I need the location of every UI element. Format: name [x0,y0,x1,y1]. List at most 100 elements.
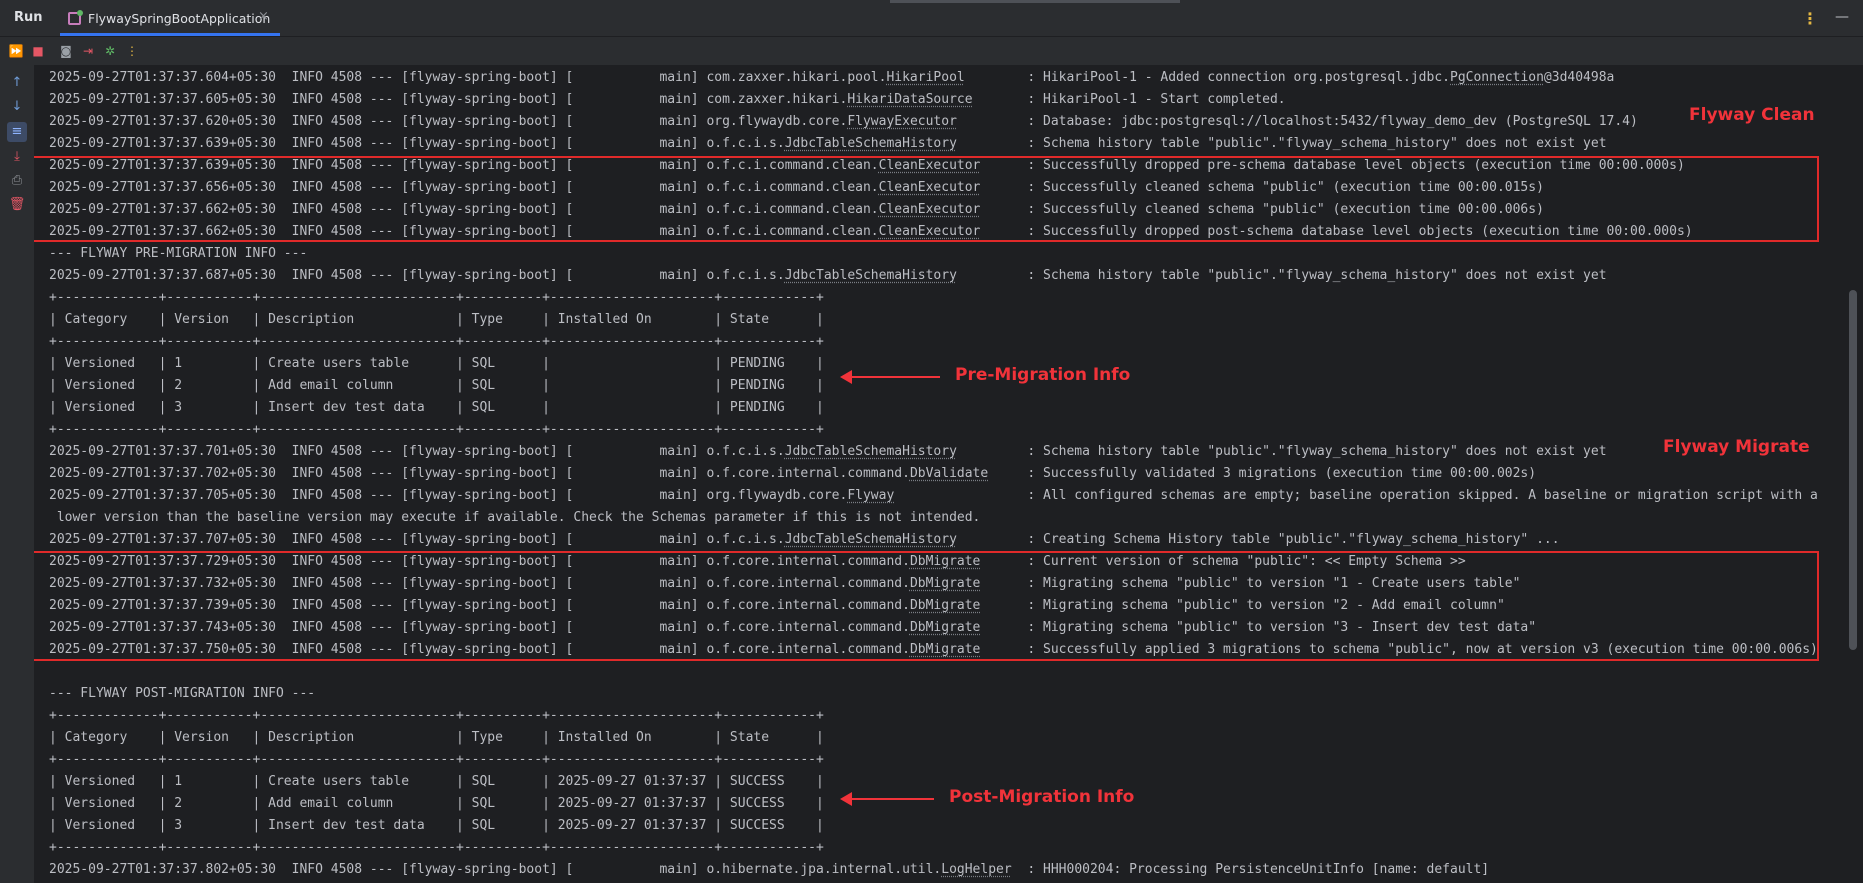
log-line: +-------------+-----------+-------------… [49,287,824,309]
close-icon[interactable]: × [258,9,269,24]
log-line: +-------------+-----------+-------------… [49,749,824,771]
debug-icon[interactable]: ✲ [100,41,120,61]
log-line: | Versioned | 2 | Add email column | SQL… [49,793,824,815]
console-side-toolbar: ↑ ↓ ≡ ⤓ ⎙ 🗑 [0,65,34,883]
log-logger-class: JdbcTableSchemaHistory [784,444,957,459]
soft-wrap-icon[interactable]: ≡ [7,122,27,142]
log-text: | Category | Version | Description | Typ… [49,312,824,327]
console-output[interactable]: 2025-09-27T01:37:37.802+05:30 INFO 4508 … [34,65,1844,883]
flyway-clean-highlight-box [34,156,1819,242]
scroll-to-end-icon[interactable]: ⤓ [7,147,27,167]
log-text: +-------------+-----------+-------------… [49,290,824,305]
log-line: 2025-09-27T01:37:37.702+05:30 INFO 4508 … [49,463,1536,485]
log-text: : Schema history table "public"."flyway_… [956,268,1607,283]
log-text: | Versioned | 1 | Create users table | S… [49,774,824,789]
log-line: | Versioned | 1 | Create users table | S… [49,353,824,375]
log-text: | Category | Version | Description | Typ… [49,730,824,745]
log-line: 2025-09-27T01:37:37.701+05:30 INFO 4508 … [49,441,1607,463]
log-line: 2025-09-27T01:37:37.639+05:30 INFO 4508 … [49,133,1607,155]
pre-migration-annotation: Pre-Migration Info [955,365,1131,385]
scroll-down-icon[interactable]: ↓ [7,97,27,117]
log-line: lower version than the baseline version … [49,507,981,529]
log-text: : Schema history table "public"."flyway_… [956,136,1607,151]
log-logger-class: FlywayExecutor [847,114,957,129]
log-text: 2025-09-27T01:37:37.604+05:30 INFO 4508 … [49,70,887,85]
log-logger-class: JdbcTableSchemaHistory [784,136,957,151]
log-line: | Versioned | 3 | Insert dev test data |… [49,397,824,419]
run-tool-window-title: Run [14,10,43,25]
flyway-migrate-annotation: Flyway Migrate [1663,437,1810,457]
log-text: | Versioned | 1 | Create users table | S… [49,356,824,371]
post-migration-arrow [840,792,934,806]
options-kebab-icon[interactable]: ⋮ [1802,9,1818,28]
clear-all-icon[interactable]: 🗑 [7,195,27,215]
stop-icon[interactable]: ■ [28,41,48,61]
log-logger-class: HikariPool [886,70,965,85]
tab-flyway-spring-boot-application[interactable]: FlywaySpringBootApplication × [60,0,280,36]
log-text: : HikariPool-1 - Start completed. [972,92,1286,107]
log-line: +-------------+-----------+-------------… [49,331,824,353]
log-logger-class: JdbcTableSchemaHistory [784,268,957,283]
log-text: : Schema history table "public"."flyway_… [956,444,1607,459]
log-text: +-------------+-----------+-------------… [49,752,824,767]
log-text: : All configured schemas are empty; base… [894,488,1818,503]
log-text: 2025-09-27T01:37:37.702+05:30 INFO 4508 … [49,466,910,481]
log-line: 2025-09-27T01:37:37.605+05:30 INFO 4508 … [49,89,1286,111]
log-line: | Versioned | 1 | Create users table | S… [49,771,824,793]
rerun-icon[interactable]: ⏩ [6,41,26,61]
tool-window-header: Run FlywaySpringBootApplication × ⋮ — [0,0,1863,37]
log-line: 2025-09-27T01:37:37.705+05:30 INFO 4508 … [49,485,1818,507]
log-line: +-------------+-----------+-------------… [49,419,824,441]
vertical-scroll-thumb[interactable] [1849,290,1857,650]
log-logger-class: LogHelper [941,862,1012,877]
log-text: : Successfully validated 3 migrations (e… [988,466,1537,481]
log-line: +-------------+-----------+-------------… [49,705,824,727]
log-line: | Versioned | 3 | Insert dev test data |… [49,815,824,837]
log-text: 2025-09-27T01:37:37.687+05:30 INFO 4508 … [49,268,785,283]
flyway-clean-annotation: Flyway Clean [1689,105,1815,125]
log-line: 2025-09-27T01:37:37.802+05:30 INFO 4508 … [49,859,1489,881]
flyway-migrate-highlight-box [34,551,1819,661]
log-line: --- FLYWAY POST-MIGRATION INFO --- [49,683,315,705]
log-line: 2025-09-27T01:37:37.604+05:30 INFO 4508 … [49,67,1614,89]
tab-title: FlywaySpringBootApplication [88,11,271,26]
log-text: --- FLYWAY PRE-MIGRATION INFO --- [49,246,308,261]
exit-icon[interactable]: ⇥ [78,41,98,61]
log-text: : Creating Schema History table "public"… [956,532,1560,547]
horizontal-scroll-thumb[interactable] [890,0,1180,3]
run-toolbar: ⏩ ■ ◙ ⇥ ✲ ⋮ [0,37,1863,65]
log-line: 2025-09-27T01:37:37.707+05:30 INFO 4508 … [49,529,1560,551]
log-line: 2025-09-27T01:37:37.687+05:30 INFO 4508 … [49,265,1607,287]
log-text: +-------------+-----------+-------------… [49,334,824,349]
log-logger-class: Flyway [847,488,895,503]
log-text: 2025-09-27T01:37:37.701+05:30 INFO 4508 … [49,444,785,459]
log-logger-class: HikariDataSource [847,92,973,107]
log-text: | Versioned | 3 | Insert dev test data |… [49,400,824,415]
log-text: | Versioned | 2 | Add email column | SQL… [49,796,824,811]
log-text: --- FLYWAY POST-MIGRATION INFO --- [49,686,316,701]
vertical-scrollbar[interactable] [1846,65,1860,883]
log-text: +-------------+-----------+-------------… [49,840,824,855]
log-text: 2025-09-27T01:37:37.605+05:30 INFO 4508 … [49,92,848,107]
log-text: : HikariPool-1 - Added connection org.po… [964,70,1450,85]
log-text: | Versioned | 2 | Add email column | SQL… [49,378,824,393]
log-text: : Database: jdbc:postgresql://localhost:… [956,114,1638,129]
log-text: | Versioned | 3 | Insert dev test data |… [49,818,824,833]
minimize-icon[interactable]: — [1835,9,1849,25]
more-icon[interactable]: ⋮ [122,41,142,61]
log-line: --- FLYWAY PRE-MIGRATION INFO --- [49,243,307,265]
log-text: lower version than the baseline version … [49,510,981,525]
log-line: | Category | Version | Description | Typ… [49,727,824,749]
log-line: 2025-09-27T01:37:37.620+05:30 INFO 4508 … [49,111,1638,133]
log-text: 2025-09-27T01:37:37.639+05:30 INFO 4508 … [49,136,785,151]
camera-icon[interactable]: ◙ [56,41,76,61]
post-migration-annotation: Post-Migration Info [949,787,1135,807]
spring-boot-run-config-icon [68,10,83,25]
log-logger-class: JdbcTableSchemaHistory [784,532,957,547]
log-logger-class: PgConnection [1450,70,1544,85]
log-line: +-------------+-----------+-------------… [49,837,824,859]
log-text: 2025-09-27T01:37:37.620+05:30 INFO 4508 … [49,114,848,129]
print-icon[interactable]: ⎙ [7,171,27,191]
scroll-up-icon[interactable]: ↑ [7,73,27,93]
log-text: 2025-09-27T01:37:37.705+05:30 INFO 4508 … [49,488,848,503]
